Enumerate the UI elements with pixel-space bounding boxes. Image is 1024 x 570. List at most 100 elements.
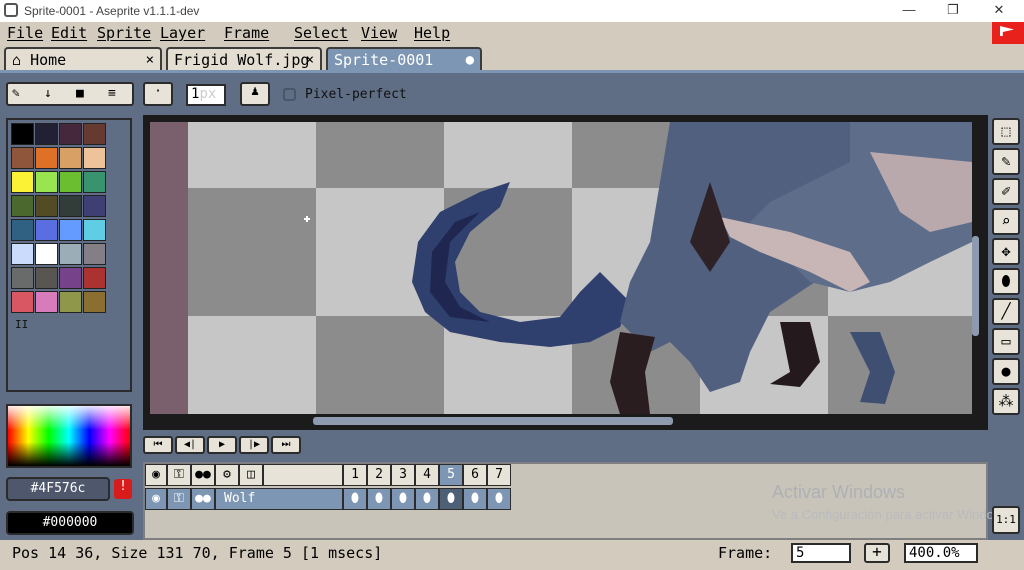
eye-icon[interactable]: ◉ (145, 464, 167, 486)
menu-select[interactable]: Select (294, 24, 348, 42)
layers-icon[interactable]: ◫ (239, 464, 263, 486)
folder-icon[interactable]: ■ (76, 86, 84, 101)
marquee-icon[interactable]: ⬚ (992, 118, 1020, 145)
layer-visibility-icon[interactable]: ◉ (145, 488, 167, 510)
flag-icon[interactable] (992, 22, 1024, 44)
palette-swatch[interactable] (35, 171, 58, 193)
warning-icon[interactable]: ! (114, 479, 132, 499)
palette-swatch[interactable] (11, 171, 34, 193)
first-frame-button[interactable]: ⏮ (143, 436, 173, 454)
frame-header-4[interactable]: 4 (415, 464, 439, 486)
vertical-scrollbar[interactable] (972, 236, 979, 336)
palette-swatch[interactable] (35, 195, 58, 217)
zoom-input[interactable]: 400.0% (904, 543, 978, 563)
palette-swatch[interactable] (11, 267, 34, 289)
blob-icon[interactable]: ● (992, 358, 1020, 385)
frame-header-5[interactable]: 5 (439, 464, 463, 486)
next-frame-button[interactable]: |▶ (239, 436, 269, 454)
palette-swatch[interactable] (83, 243, 106, 265)
bucket-icon[interactable]: ⬮ (992, 268, 1020, 295)
lock-icon[interactable]: ⚿ (167, 464, 191, 486)
pencil-icon[interactable]: ✎ (992, 148, 1020, 175)
minimize-button[interactable]: — (894, 2, 924, 17)
rectangle-icon[interactable]: ▭ (992, 328, 1020, 355)
palette-swatch[interactable] (59, 243, 82, 265)
cel-frame-3[interactable]: ⬮ (391, 488, 415, 510)
spray-icon[interactable]: ⁂ (992, 388, 1020, 415)
palette-swatch[interactable] (35, 219, 58, 241)
color-spectrum[interactable] (6, 404, 132, 468)
palette-swatch[interactable] (11, 195, 34, 217)
menu-view[interactable]: View (361, 24, 397, 42)
continuous-icon[interactable]: ●● (191, 464, 215, 486)
palette-swatch[interactable] (59, 267, 82, 289)
menu-frame[interactable]: Frame (224, 24, 269, 42)
tab-frigid-wolf[interactable]: Frigid Wolf.jpg × (166, 47, 322, 71)
menu-file[interactable]: File (7, 24, 43, 42)
palette-swatch[interactable] (11, 219, 34, 241)
line-icon[interactable]: ╱ (992, 298, 1020, 325)
close-window-button[interactable]: ✕ (984, 2, 1014, 18)
frame-header-1[interactable]: 1 (343, 464, 367, 486)
download-icon[interactable]: ↓ (44, 86, 52, 101)
cel-frame-4[interactable]: ⬮ (415, 488, 439, 510)
menu-help[interactable]: Help (414, 24, 450, 42)
palette-swatch[interactable] (35, 291, 58, 313)
cel-frame-6[interactable]: ⬮ (463, 488, 487, 510)
eyedropper-icon[interactable]: ✐ (992, 178, 1020, 205)
ratio-button[interactable]: 1:1 (992, 506, 1020, 534)
cel-frame-7[interactable]: ⬮ (487, 488, 511, 510)
palette-swatch[interactable] (83, 195, 106, 217)
palette-swatch[interactable] (59, 147, 82, 169)
ink-button[interactable]: ♟ (240, 82, 270, 106)
palette-swatch[interactable] (11, 291, 34, 313)
close-tab-icon[interactable]: × (146, 52, 154, 68)
palette-swatch[interactable] (83, 291, 106, 313)
menu-layer[interactable]: Layer (160, 24, 205, 42)
move-icon[interactable]: ✥ (992, 238, 1020, 265)
background-color-button[interactable]: #000000 (6, 511, 134, 535)
palette-swatch[interactable] (83, 147, 106, 169)
foreground-color-button[interactable]: #4F576c (6, 477, 110, 501)
previous-frame-button[interactable]: ◀| (175, 436, 205, 454)
brush-type-button[interactable]: · (143, 82, 173, 106)
pixel-perfect-checkbox[interactable] (283, 88, 296, 101)
tab-sprite-0001[interactable]: Sprite-0001 ● (326, 47, 482, 71)
palette-swatch[interactable] (83, 123, 106, 145)
palette-swatch[interactable] (83, 171, 106, 193)
palette-swatch[interactable] (59, 291, 82, 313)
palette-swatch[interactable] (11, 123, 34, 145)
horizontal-scrollbar[interactable] (313, 417, 673, 425)
palette-swatch[interactable] (83, 219, 106, 241)
tab-home[interactable]: ⌂ Home × (4, 47, 162, 71)
add-frame-button[interactable]: + (864, 543, 890, 563)
canvas-area[interactable] (143, 115, 988, 430)
cel-frame-5[interactable]: ⬮ (439, 488, 463, 510)
layer-continuous-icon[interactable]: ●● (191, 488, 215, 510)
close-tab-icon[interactable]: × (306, 52, 314, 68)
frame-header-2[interactable]: 2 (367, 464, 391, 486)
cel-frame-1[interactable]: ⬮ (343, 488, 367, 510)
palette-swatch[interactable] (35, 243, 58, 265)
eraser-icon[interactable]: ✎ (12, 86, 20, 101)
last-frame-button[interactable]: ⏭ (271, 436, 301, 454)
cel-frame-2[interactable]: ⬮ (367, 488, 391, 510)
sprite-canvas[interactable] (150, 122, 972, 414)
palette-swatch[interactable] (59, 123, 82, 145)
menu-sprite[interactable]: Sprite (97, 24, 151, 42)
frame-header-6[interactable]: 6 (463, 464, 487, 486)
palette-swatch[interactable] (35, 123, 58, 145)
layer-name-wolf[interactable]: Wolf (215, 488, 343, 510)
palette-swatch[interactable] (35, 267, 58, 289)
palette-swatch[interactable] (59, 219, 82, 241)
palette-swatch[interactable] (11, 147, 34, 169)
gear-icon[interactable]: ⚙ (215, 464, 239, 486)
palette-swatch[interactable] (59, 195, 82, 217)
palette-swatch[interactable] (83, 267, 106, 289)
frame-input[interactable]: 5 (791, 543, 851, 563)
palette-swatch[interactable] (35, 147, 58, 169)
menu-icon[interactable]: ≡ (108, 86, 116, 101)
palette-swatch[interactable] (11, 243, 34, 265)
frame-header-7[interactable]: 7 (487, 464, 511, 486)
play-button[interactable]: ▶ (207, 436, 237, 454)
